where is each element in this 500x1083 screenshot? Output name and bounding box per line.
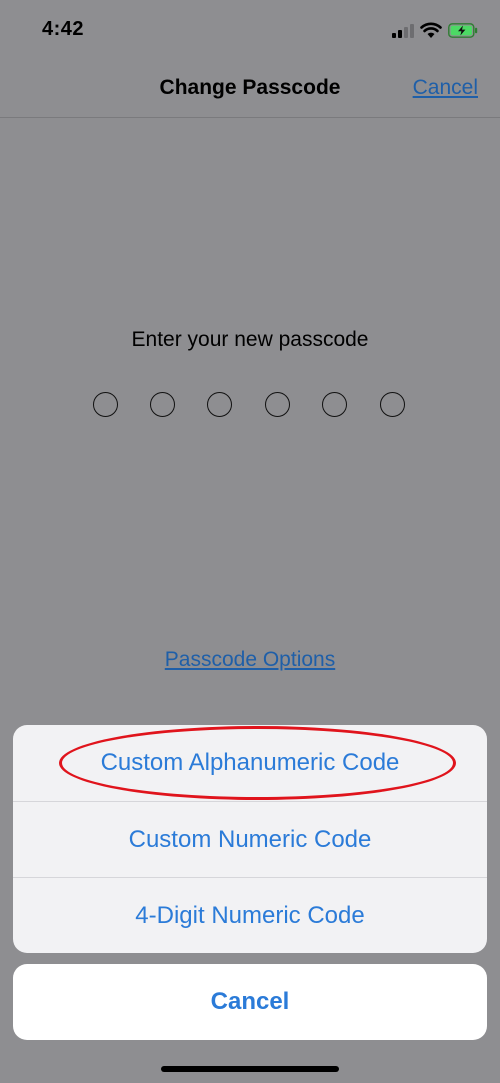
- custom-numeric-code-option[interactable]: Custom Numeric Code: [13, 801, 487, 877]
- cellular-signal-icon: [392, 24, 416, 38]
- passcode-dot: [380, 392, 405, 417]
- passcode-dot: [150, 392, 175, 417]
- change-passcode-screen: 4:42 Change Passcode Cancel Enter your n…: [0, 0, 500, 1083]
- action-sheet-cancel-button[interactable]: Cancel: [13, 964, 487, 1040]
- passcode-prompt: Enter your new passcode: [131, 328, 369, 351]
- status-bar: 4:42: [0, 0, 500, 60]
- passcode-dot: [207, 392, 232, 417]
- passcode-dot: [322, 392, 347, 417]
- nav-cancel-button[interactable]: Cancel: [413, 76, 478, 100]
- status-time: 4:42: [42, 18, 85, 40]
- custom-alphanumeric-code-option[interactable]: Custom Alphanumeric Code: [13, 725, 487, 801]
- passcode-dot: [265, 392, 290, 417]
- home-indicator[interactable]: [161, 1066, 339, 1072]
- passcode-dots: [93, 392, 413, 418]
- battery-charging-icon: [448, 23, 478, 38]
- navigation-bar: Change Passcode Cancel: [0, 60, 500, 118]
- passcode-options-link[interactable]: Passcode Options: [0, 648, 500, 672]
- four-digit-numeric-code-option[interactable]: 4-Digit Numeric Code: [13, 877, 487, 953]
- passcode-dot: [93, 392, 118, 417]
- passcode-type-action-sheet: Custom Alphanumeric Code Custom Numeric …: [13, 725, 487, 953]
- wifi-icon: [420, 22, 442, 38]
